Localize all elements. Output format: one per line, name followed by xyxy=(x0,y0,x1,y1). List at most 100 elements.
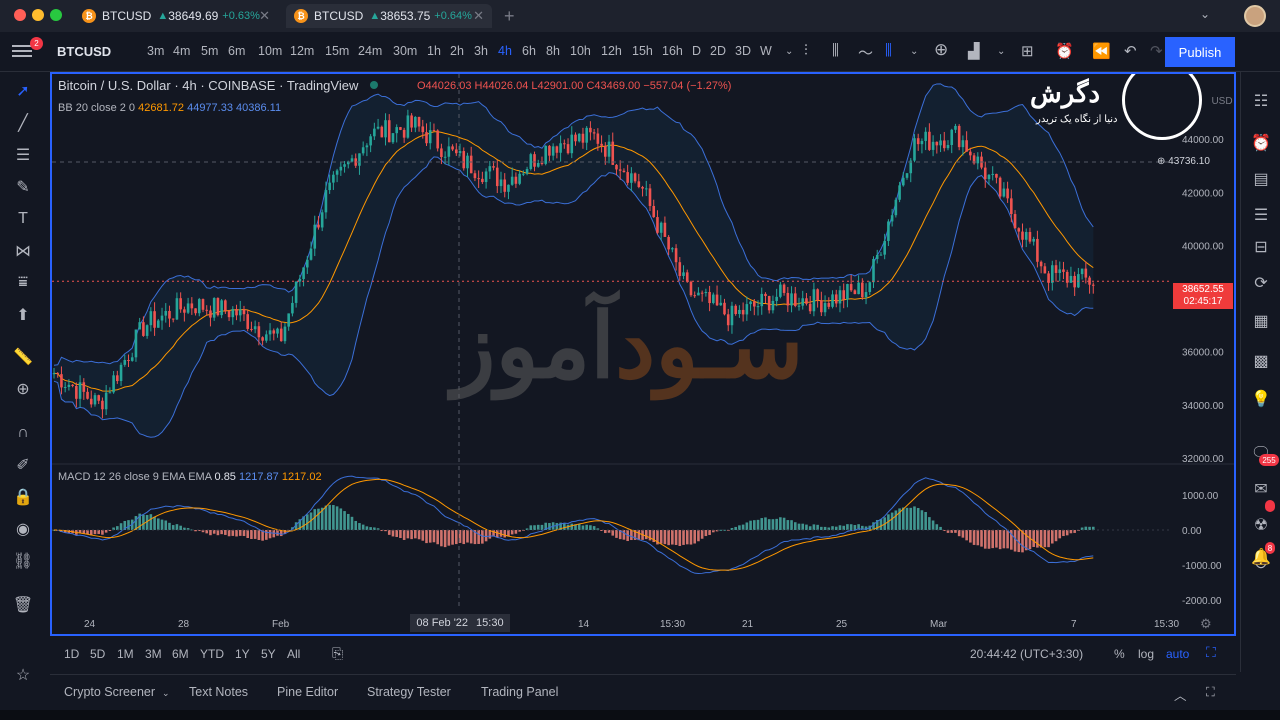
new-tab-button[interactable]: + xyxy=(504,6,515,27)
timeframe-12h[interactable]: 12h xyxy=(601,44,622,58)
clock-timezone[interactable]: 20:44:42 (UTC+3:30) xyxy=(970,647,1083,661)
timeframe-3m[interactable]: 3m xyxy=(147,44,164,58)
range-all[interactable]: All xyxy=(287,647,300,661)
tab-pine-editor[interactable]: Pine Editor xyxy=(277,685,338,699)
brush-icon[interactable]: ✎ xyxy=(12,176,34,198)
chevron-up-icon[interactable]: ︿ xyxy=(1174,685,1187,704)
text-tool-icon[interactable]: T xyxy=(12,208,34,230)
close-icon[interactable]: ✕ xyxy=(473,8,484,24)
timeframe-6h[interactable]: 6h xyxy=(522,44,536,58)
bar-chart-type-icon[interactable]: ⫶ xyxy=(804,42,808,59)
community-icon[interactable]: ☢ xyxy=(1250,514,1272,536)
cursor-icon[interactable]: ➚ xyxy=(12,80,34,102)
timeframe-12m[interactable]: 12m xyxy=(290,44,314,58)
symbol-search-button[interactable]: BTCUSD xyxy=(57,44,111,59)
magnet-icon[interactable]: ∩ xyxy=(12,422,34,444)
auto-scale-toggle[interactable]: auto xyxy=(1166,647,1189,661)
range-6m[interactable]: 6M xyxy=(172,647,189,661)
indicators-icon[interactable]: ▟ xyxy=(968,42,980,60)
trash-icon[interactable]: 🗑 xyxy=(12,594,34,616)
link-icon[interactable]: ⛓ xyxy=(12,550,34,572)
prediction-icon[interactable]: ⩸ xyxy=(12,272,34,294)
timeframe-24m[interactable]: 24m xyxy=(358,44,382,58)
indicators-chevron-icon[interactable]: ⌄ xyxy=(997,46,1005,57)
timeframe-30m[interactable]: 30m xyxy=(393,44,417,58)
timeframe-1h[interactable]: 1h xyxy=(427,44,441,58)
timeframe-3h[interactable]: 3h xyxy=(474,44,488,58)
tab-crypto-screener[interactable]: Crypto Screener xyxy=(64,685,155,699)
range-1m[interactable]: 1M xyxy=(117,647,134,661)
object-tree-icon[interactable]: ⊟ xyxy=(1250,236,1272,258)
timeframe-W[interactable]: W xyxy=(760,44,772,58)
browser-tab-2[interactable]: ₿ BTCUSD ▲ 38653.75 +0.64% ✕ xyxy=(286,4,492,28)
add-indicator-icon[interactable]: ⊕ xyxy=(934,40,948,60)
range-1y[interactable]: 1Y xyxy=(235,647,250,661)
alert-icon[interactable]: ⏰ xyxy=(1055,42,1074,60)
calendar-icon[interactable]: ▦ xyxy=(1250,310,1272,332)
trend-line-icon[interactable]: ╱ xyxy=(12,112,34,134)
line-chart-icon[interactable]: 〜 xyxy=(858,42,873,63)
timeframe-5m[interactable]: 5m xyxy=(201,44,218,58)
undo-icon[interactable]: ↶ xyxy=(1124,42,1137,60)
tab-text-notes[interactable]: Text Notes xyxy=(189,685,248,699)
timeframe-16h[interactable]: 16h xyxy=(662,44,683,58)
chart-style-icon[interactable]: ⫼ xyxy=(885,42,892,59)
alerts-clock-icon[interactable]: ⏰ xyxy=(1250,132,1272,154)
timeframe-chevron-icon[interactable]: ⌄ xyxy=(785,46,793,57)
chart-panel[interactable]: 44000.0042000.0040000.0038000.0036000.00… xyxy=(50,72,1236,636)
range-ytd[interactable]: YTD xyxy=(200,647,224,661)
watchlist-icon[interactable]: ☷ xyxy=(1250,90,1272,112)
maximize-panel-icon[interactable]: ⛶ xyxy=(1206,685,1215,700)
ruler-icon[interactable]: 📏 xyxy=(12,346,34,368)
timeframe-4m[interactable]: 4m xyxy=(173,44,190,58)
chart-style-chevron-icon[interactable]: ⌄ xyxy=(910,46,918,57)
fib-retracement-icon[interactable]: ☰ xyxy=(12,144,34,166)
fullscreen-icon[interactable]: ⛶ xyxy=(1206,644,1216,661)
goto-date-icon[interactable]: ⎘ xyxy=(332,645,343,662)
range-5y[interactable]: 5Y xyxy=(261,647,276,661)
redo-icon[interactable]: ↷ xyxy=(1150,42,1163,60)
timeframe-10m[interactable]: 10m xyxy=(258,44,282,58)
axis-settings-icon[interactable]: ⚙ xyxy=(1200,616,1212,632)
ideas-lightbulb-icon[interactable]: 💡 xyxy=(1250,388,1272,410)
arrow-up-icon[interactable]: ⬆ xyxy=(12,304,34,326)
candles-icon[interactable]: ⫼ xyxy=(832,42,839,59)
data-window-icon[interactable]: ☰ xyxy=(1250,204,1272,226)
timeframe-15h[interactable]: 15h xyxy=(632,44,653,58)
publish-button[interactable]: Publish xyxy=(1165,37,1235,67)
timeframe-3D[interactable]: 3D xyxy=(735,44,751,58)
range-5d[interactable]: 5D xyxy=(90,647,105,661)
timeframe-10h[interactable]: 10h xyxy=(570,44,591,58)
avatar[interactable] xyxy=(1244,5,1266,27)
browser-tab-1[interactable]: ₿ BTCUSD ▲ 38649.69 +0.63% ✕ xyxy=(74,4,278,28)
timeframe-15m[interactable]: 15m xyxy=(325,44,349,58)
lock-icon[interactable]: 🔒 xyxy=(12,486,34,508)
eye-icon[interactable]: ◉ xyxy=(12,518,34,540)
timeframe-6m[interactable]: 6m xyxy=(228,44,245,58)
range-3m[interactable]: 3M xyxy=(145,647,162,661)
hamburger-menu-icon[interactable] xyxy=(12,42,32,62)
window-minimize-dot[interactable] xyxy=(32,9,44,21)
close-icon[interactable]: ✕ xyxy=(259,8,270,24)
news-icon[interactable]: ▤ xyxy=(1250,168,1272,190)
layout-grid-icon[interactable]: ⊞ xyxy=(1021,42,1034,60)
bollinger-legend[interactable]: BB 20 close 2 0 42681.72 44977.33 40386.… xyxy=(58,102,281,114)
macd-legend[interactable]: MACD 12 26 close 9 EMA EMA 0.85 1217.87 … xyxy=(58,471,322,483)
range-1d[interactable]: 1D xyxy=(64,647,79,661)
replay-icon[interactable]: ⏪ xyxy=(1092,42,1111,60)
messages-icon[interactable]: ✉ xyxy=(1250,478,1272,500)
calendar-grid-icon[interactable]: ▩ xyxy=(1250,350,1272,372)
window-close-dot[interactable] xyxy=(14,9,26,21)
tab-list-chevron-icon[interactable]: ⌄ xyxy=(1200,7,1210,21)
percent-scale-toggle[interactable]: % xyxy=(1114,647,1125,661)
timeframe-D[interactable]: D xyxy=(692,44,701,58)
tab-trading-panel[interactable]: Trading Panel xyxy=(481,685,558,699)
screener-chevron-icon[interactable]: ⌄ xyxy=(162,688,170,699)
timeframe-2h[interactable]: 2h xyxy=(450,44,464,58)
tab-strategy-tester[interactable]: Strategy Tester xyxy=(367,685,451,699)
pattern-icon[interactable]: ⋈ xyxy=(12,240,34,262)
hotlists-icon[interactable]: ⟳ xyxy=(1250,272,1272,294)
stay-drawing-icon[interactable]: ✐ xyxy=(12,454,34,476)
timeframe-2D[interactable]: 2D xyxy=(710,44,726,58)
timeframe-8h[interactable]: 8h xyxy=(546,44,560,58)
